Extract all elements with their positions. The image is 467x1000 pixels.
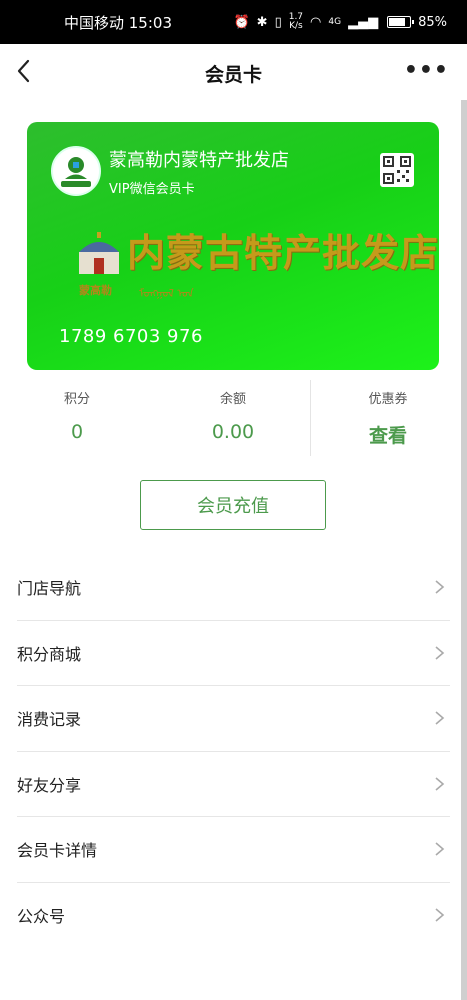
signal-icon: ▂▄▆: [348, 14, 379, 30]
net-speed: 1.7 K/s: [289, 13, 303, 31]
store-name: 蒙高勒内蒙特产批发店: [109, 150, 289, 171]
status-bar: 中国移动 15:03 ⏰ ✱ ▯ 1.7 K/s ◠ 4G ▂▄▆ 85%: [0, 0, 467, 44]
banner-title: 内蒙古特产批发店: [127, 231, 439, 275]
store-logo: [51, 146, 101, 196]
menu-item-label: 好友分享: [17, 775, 82, 795]
qr-code-icon[interactable]: [380, 153, 414, 187]
card-number: 1789 6703 976: [59, 326, 203, 347]
points-stat[interactable]: 积分 0: [17, 388, 137, 443]
chevron-right-icon: [435, 580, 445, 594]
menu-item-label: 公众号: [17, 907, 66, 927]
points-value: 0: [70, 421, 84, 443]
menu-item-label: 积分商城: [17, 644, 82, 664]
wifi-icon: ◠: [310, 14, 322, 30]
net-speed-unit: K/s: [289, 21, 303, 31]
menu-item-points-mall[interactable]: 积分商城: [17, 621, 450, 686]
card-type: VIP微信会员卡: [109, 182, 195, 197]
more-options-icon[interactable]: •••: [404, 58, 449, 83]
menu-item-official-account[interactable]: 公众号: [17, 883, 450, 949]
stat-divider: [310, 380, 311, 456]
chevron-right-icon: [435, 711, 445, 725]
chevron-right-icon: [435, 646, 445, 660]
chevron-right-icon: [435, 842, 445, 856]
menu-list: 门店导航 积分商城 消费记录 好友分享 会员卡详情 公众号: [17, 555, 450, 948]
status-icons: ⏰ ✱ ▯ 1.7 K/s ◠ 4G ▂▄▆ 85%: [233, 13, 447, 31]
vibrate-icon: ▯: [274, 14, 282, 30]
banner-subtitle: 蒙高勒: [79, 284, 112, 297]
account-stats: 积分 0 余额 0.00 优惠券 查看: [0, 378, 467, 458]
page-title: 会员卡: [204, 63, 262, 86]
member-card[interactable]: 蒙高勒内蒙特产批发店 VIP微信会员卡 内蒙古特产批发店 蒙高勒 ᠮᠣᠩᠭᠣᠯ …: [27, 122, 439, 370]
scrollbar[interactable]: [461, 100, 467, 1000]
signal-label: 4G: [328, 17, 342, 27]
bluetooth-icon: ✱: [256, 14, 268, 30]
menu-item-card-details[interactable]: 会员卡详情: [17, 817, 450, 883]
balance-stat[interactable]: 余额 0.00: [173, 388, 293, 443]
coupons-view-link[interactable]: 查看: [328, 421, 448, 448]
menu-item-label: 门店导航: [17, 579, 82, 599]
coupons-stat[interactable]: 优惠券 查看: [328, 388, 448, 448]
menu-item-label: 会员卡详情: [17, 841, 98, 861]
battery-level: 85%: [418, 14, 447, 30]
back-icon[interactable]: [10, 56, 40, 86]
balance-label: 余额: [219, 392, 246, 407]
banner-mongolian-text: ᠮᠣᠩᠭᠣᠯ ᠤᠨ: [139, 287, 194, 300]
menu-item-share-friends[interactable]: 好友分享: [17, 752, 450, 817]
chevron-right-icon: [435, 777, 445, 791]
recharge-button[interactable]: 会员充值: [140, 480, 326, 530]
carrier-time: 中国移动 15:03: [64, 13, 172, 32]
coupons-label: 优惠券: [368, 392, 408, 407]
points-label: 积分: [63, 392, 90, 407]
menu-item-consumption-records[interactable]: 消费记录: [17, 686, 450, 752]
menu-item-label: 消费记录: [17, 710, 82, 730]
battery-icon: [387, 16, 415, 28]
nav-bar: 会员卡 •••: [0, 44, 467, 102]
yurt-icon: [79, 232, 119, 274]
alarm-icon: ⏰: [233, 14, 250, 30]
chevron-right-icon: [435, 908, 445, 922]
menu-item-store-navigation[interactable]: 门店导航: [17, 555, 450, 621]
balance-value: 0.00: [211, 421, 255, 443]
